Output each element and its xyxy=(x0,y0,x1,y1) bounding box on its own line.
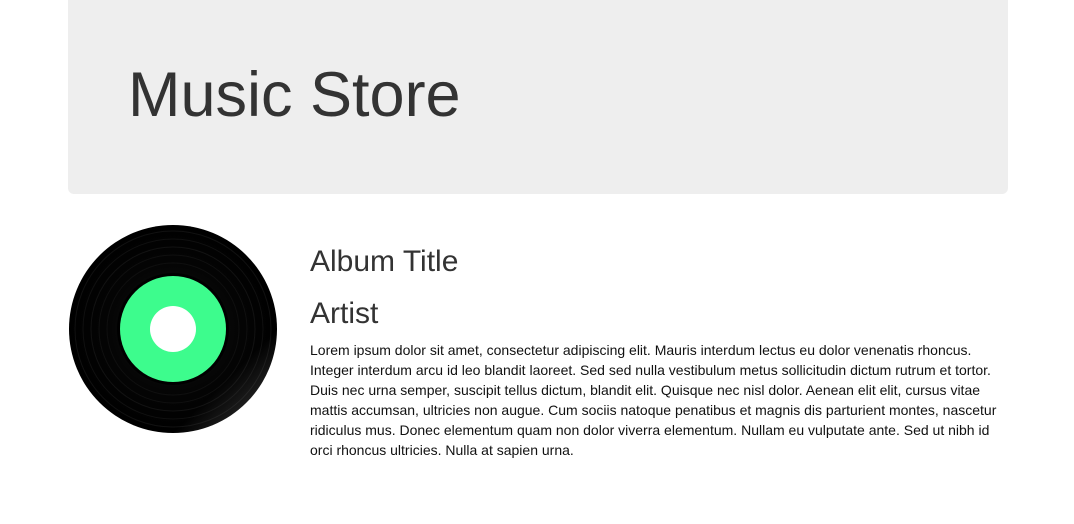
vinyl-record-icon xyxy=(68,224,278,434)
page: Music Store Album Title Artist Lorem ips… xyxy=(0,0,1074,524)
album-description: Lorem ipsum dolor sit amet, consectetur … xyxy=(310,342,997,458)
page-title: Music Store xyxy=(128,60,461,130)
album-entry: Album Title Artist Lorem ipsum dolor sit… xyxy=(68,224,1008,484)
album-title: Album Title xyxy=(310,245,459,278)
album-artist: Artist xyxy=(310,297,379,330)
header-jumbotron: Music Store xyxy=(68,0,1008,194)
